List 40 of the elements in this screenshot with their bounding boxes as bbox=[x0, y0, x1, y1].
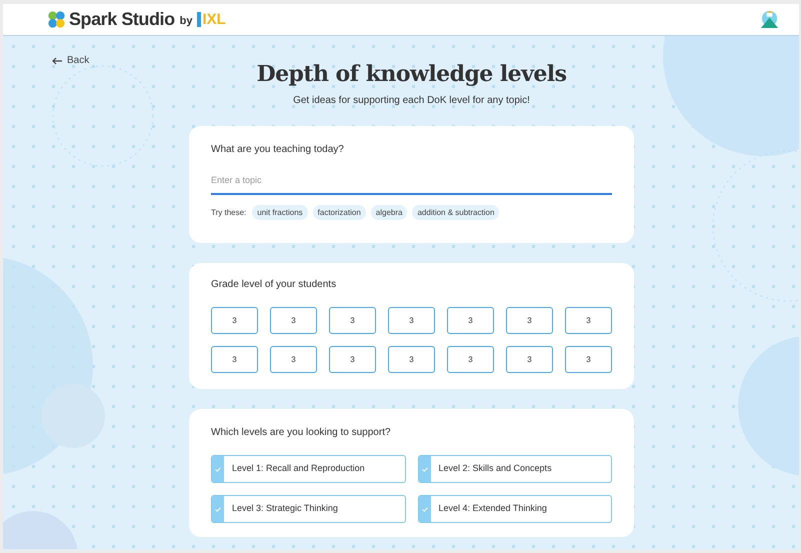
grade-button[interactable]: 3 bbox=[329, 346, 376, 373]
level-checkbox[interactable]: Level 3: Strategic Thinking bbox=[211, 495, 406, 523]
suggestion-chip[interactable]: algebra bbox=[370, 205, 408, 220]
grade-button[interactable]: 3 bbox=[388, 346, 435, 373]
question-label: Which levels are you looking to support? bbox=[211, 426, 392, 440]
by-label: by bbox=[180, 14, 192, 30]
suggestion-chip[interactable]: unit fractions bbox=[252, 205, 308, 220]
avatar-icon[interactable] bbox=[760, 10, 779, 29]
grade-button[interactable]: 3 bbox=[211, 346, 258, 373]
suggestion-chip[interactable]: addition & subtraction bbox=[412, 205, 500, 220]
grade-button[interactable]: 3 bbox=[329, 307, 376, 334]
check-icon bbox=[215, 506, 221, 512]
grade-button[interactable]: 3 bbox=[388, 307, 435, 334]
check-icon bbox=[215, 466, 221, 472]
level-checkbox[interactable]: Level 1: Recall and Reproduction bbox=[211, 455, 406, 483]
back-arrow-icon bbox=[52, 56, 63, 64]
check-icon bbox=[422, 466, 428, 472]
grade-button[interactable]: 3 bbox=[270, 346, 317, 373]
topic-input[interactable]: Enter a topic bbox=[211, 166, 612, 195]
suggestion-chip[interactable]: factorization bbox=[312, 205, 366, 220]
question-label: Grade level of your students bbox=[211, 278, 338, 292]
page-subtitle: Get ideas for supporting each DoK level for any topic! bbox=[293, 94, 530, 108]
partner-logo: IXL bbox=[197, 12, 226, 27]
grade-button[interactable]: 3 bbox=[447, 346, 494, 373]
page-title: Depth of knowledge levels bbox=[256, 60, 566, 88]
brand-name: Spark Studio bbox=[69, 8, 175, 31]
level-checkbox[interactable]: Level 4: Extended Thinking bbox=[418, 495, 612, 523]
grade-button[interactable]: 3 bbox=[565, 346, 612, 373]
grade-button[interactable]: 3 bbox=[506, 346, 553, 373]
question-label: What are you teaching today? bbox=[211, 143, 345, 157]
grade-button[interactable]: 3 bbox=[270, 307, 317, 334]
try-these-label: Try these: bbox=[211, 206, 246, 218]
level-checkbox[interactable]: Level 2: Skills and Concepts bbox=[418, 455, 612, 483]
grade-button[interactable]: 3 bbox=[211, 307, 258, 334]
flower-logo-icon bbox=[47, 10, 66, 29]
check-icon bbox=[422, 506, 428, 512]
grade-button[interactable]: 3 bbox=[506, 307, 553, 334]
grade-button[interactable]: 3 bbox=[447, 307, 494, 334]
grade-button[interactable]: 3 bbox=[565, 307, 612, 334]
back-link[interactable]: Back bbox=[52, 53, 90, 68]
